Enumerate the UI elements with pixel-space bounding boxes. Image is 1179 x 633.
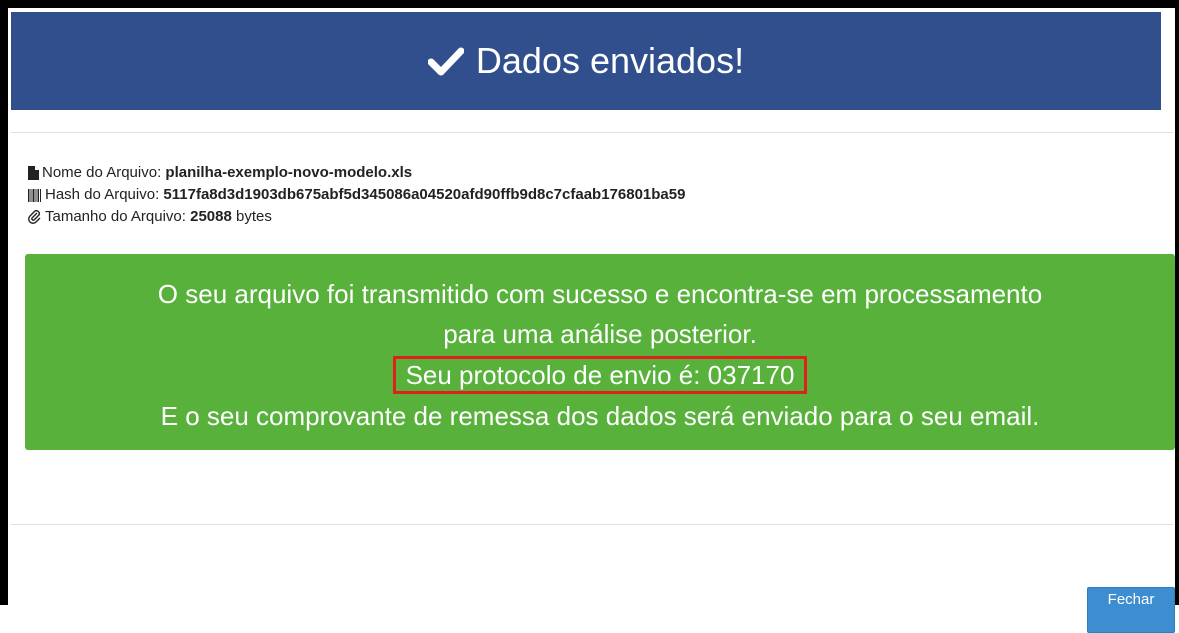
file-name-row: Nome do Arquivo: planilha-exemplo-novo-m…	[28, 162, 685, 184]
file-icon	[28, 166, 39, 180]
footer-divider	[11, 524, 1173, 525]
file-size-value: 25088	[190, 208, 232, 225]
paperclip-icon	[28, 210, 42, 224]
modal-header: Dados enviados!	[11, 12, 1161, 110]
close-button[interactable]: Fechar	[1087, 587, 1175, 633]
modal-title-wrap: Dados enviados!	[427, 40, 745, 82]
header-divider	[11, 132, 1173, 133]
file-hash-value: 5117fa8d3d1903db675abf5d345086a04520afd9…	[163, 186, 686, 203]
modal-title: Dados enviados!	[475, 40, 745, 81]
success-line-1: O seu arquivo foi transmitido com sucess…	[157, 279, 1043, 309]
check-icon	[427, 46, 464, 76]
success-alert: O seu arquivo foi transmitido com sucess…	[25, 254, 1175, 450]
file-name-value: planilha-exemplo-novo-modelo.xls	[165, 164, 413, 181]
file-hash-label: Hash do Arquivo:	[45, 186, 160, 203]
file-info: Nome do Arquivo: planilha-exemplo-novo-m…	[28, 162, 685, 228]
success-line-2: para uma análise posterior.	[443, 319, 757, 349]
file-size-label: Tamanho do Arquivo:	[45, 208, 186, 225]
protocol-number: Seu protocolo de envio é: 037170	[392, 356, 808, 394]
file-size-unit: bytes	[236, 208, 272, 225]
file-hash-row: Hash do Arquivo: 5117fa8d3d1903db675abf5…	[28, 184, 685, 206]
file-size-row: Tamanho do Arquivo: 25088 bytes	[28, 206, 685, 228]
barcode-icon	[28, 188, 42, 202]
success-line-4: E o seu comprovante de remessa dos dados…	[160, 401, 1040, 431]
file-name-label: Nome do Arquivo:	[42, 164, 162, 181]
